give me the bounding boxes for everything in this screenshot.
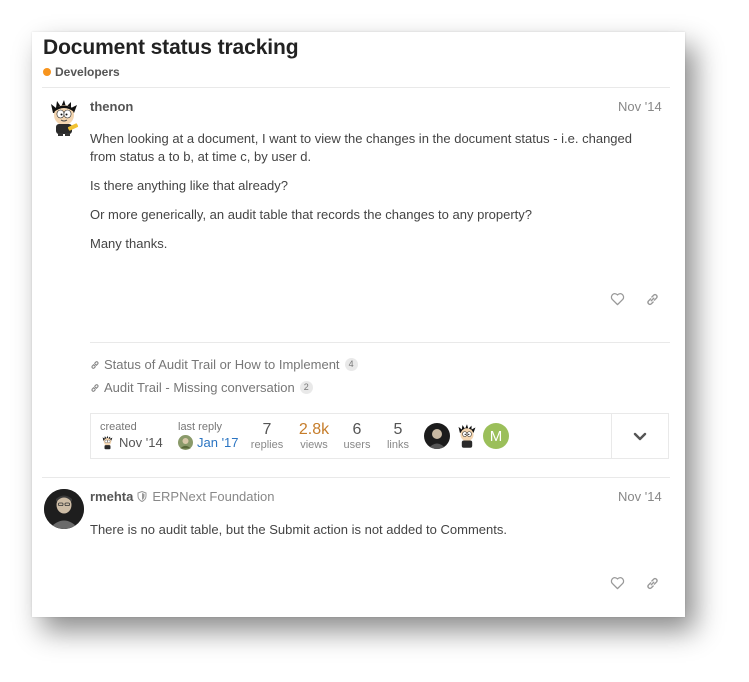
avatar-letter: M [489, 427, 503, 445]
chevron-down-icon [633, 432, 647, 441]
linked-topic-count: 4 [344, 358, 358, 371]
category-dot [43, 68, 51, 76]
user-title: ERPNext Foundation [152, 489, 275, 504]
user-photo-icon [44, 489, 84, 529]
post-date[interactable]: Nov '14 [618, 99, 662, 114]
expand-topic-map-button[interactable] [623, 426, 657, 448]
category-label: Developers [55, 65, 120, 79]
users-label: users [343, 439, 371, 451]
post-paragraph: There is no audit table, but the Submit … [90, 522, 507, 537]
participant-avatar[interactable] [424, 423, 450, 449]
participant-avatar[interactable] [454, 422, 480, 450]
avatar-icon [178, 435, 193, 450]
replies-label: replies [250, 439, 284, 451]
like-button[interactable] [606, 288, 628, 310]
last-reply-date: Jan '17 [197, 435, 239, 450]
post-paragraph: Many thanks. [90, 236, 168, 251]
link-icon [91, 360, 99, 369]
views-stat: 2.8k views [295, 421, 333, 451]
users-count: 6 [352, 421, 362, 438]
post-author: rmehta ERPNext Foundation [90, 489, 274, 504]
views-count: 2.8k [298, 421, 330, 438]
users-stat: 6 users [341, 421, 373, 451]
avatar-icon [102, 435, 113, 450]
linked-topic-title[interactable]: Audit Trail - Missing conversation [104, 380, 295, 395]
created-date: Nov '14 [119, 435, 163, 450]
post-date[interactable]: Nov '14 [618, 489, 662, 504]
page-title: Document status tracking [43, 36, 299, 59]
topic-map: created Nov '14 last reply Jan '17 7 rep… [90, 413, 669, 459]
post-body: There is no audit table, but the Submit … [90, 521, 650, 539]
heart-icon [610, 577, 624, 590]
links-label: links [386, 439, 409, 451]
linked-topic-count: 2 [299, 381, 313, 394]
post-paragraph: Is there anything like that already? [90, 178, 289, 193]
post-username[interactable]: thenon [90, 99, 133, 114]
like-button[interactable] [606, 572, 628, 594]
linked-topic[interactable]: Audit Trail - Missing conversation 2 [90, 380, 313, 395]
avatar-icon [458, 424, 476, 448]
map-divider [611, 414, 612, 458]
links-stat: 5 links [381, 421, 415, 451]
header-divider [42, 87, 670, 88]
south-park-avatar-icon [51, 100, 79, 136]
link-icon [646, 293, 658, 305]
created-info[interactable]: created Nov '14 [100, 421, 163, 450]
participant-avatar[interactable]: M [483, 423, 509, 449]
post-username[interactable]: rmehta [90, 489, 133, 504]
topic-card: Document status tracking Developers then… [32, 32, 685, 617]
share-link-button[interactable] [641, 288, 663, 310]
avatar-icon [424, 423, 450, 449]
avatar[interactable] [44, 98, 84, 138]
category-badge[interactable]: Developers [43, 65, 120, 79]
post-divider [90, 342, 670, 343]
shield-icon [137, 491, 147, 502]
link-icon [91, 383, 99, 392]
post-paragraph: When looking at a document, I want to vi… [90, 131, 632, 164]
share-link-button[interactable] [641, 572, 663, 594]
post-divider [42, 477, 670, 478]
last-reply-info[interactable]: last reply Jan '17 [178, 421, 239, 450]
replies-stat: 7 replies [249, 421, 285, 451]
avatar[interactable] [44, 489, 84, 529]
links-count: 5 [393, 421, 403, 438]
linked-topic[interactable]: Status of Audit Trail or How to Implemen… [90, 357, 358, 372]
views-label: views [300, 439, 328, 451]
post-paragraph: Or more generically, an audit table that… [90, 207, 533, 222]
replies-count: 7 [262, 421, 272, 438]
created-label: created [100, 421, 137, 433]
heart-icon [610, 293, 624, 306]
linked-topic-title[interactable]: Status of Audit Trail or How to Implemen… [104, 357, 340, 372]
link-icon [646, 577, 658, 589]
post-body: When looking at a document, I want to vi… [90, 130, 650, 253]
last-reply-label: last reply [178, 421, 223, 433]
